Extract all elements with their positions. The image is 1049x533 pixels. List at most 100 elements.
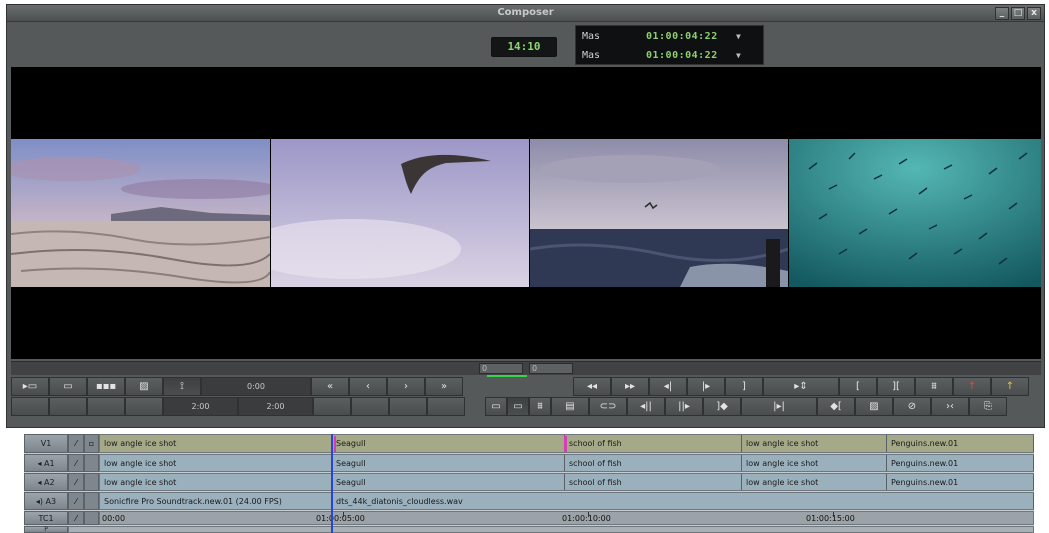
blank-button[interactable] xyxy=(49,397,87,416)
clip-marker[interactable] xyxy=(564,436,567,452)
clip[interactable]: low angle ice shot xyxy=(742,435,887,452)
monitor-icon[interactable] xyxy=(84,492,99,510)
blank-button[interactable] xyxy=(389,397,427,416)
blank-button[interactable] xyxy=(313,397,351,416)
source-monitor-button[interactable]: ▸▭ xyxy=(11,377,49,396)
video-viewer[interactable] xyxy=(11,67,1041,359)
clip[interactable]: low angle ice shot xyxy=(100,455,332,471)
blank-button[interactable] xyxy=(351,397,389,416)
step-forward-button[interactable]: › xyxy=(387,377,425,396)
effect-mode-button[interactable]: ▨ xyxy=(125,377,163,396)
fast-forward-button[interactable]: » xyxy=(425,377,463,396)
video-frame-ocean xyxy=(530,139,788,287)
pencil-icon[interactable]: ⁄ xyxy=(68,511,84,525)
chevron-down-icon[interactable]: ▼ xyxy=(736,51,741,60)
blank-button[interactable] xyxy=(125,397,163,416)
track-name[interactable]: V1 xyxy=(24,434,68,453)
monitor-icon[interactable] xyxy=(84,454,99,472)
clip[interactable]: Seagull xyxy=(332,455,565,471)
title-bar[interactable]: Composer _ □ x xyxy=(7,5,1044,22)
track-name[interactable]: ◂ A2 xyxy=(24,473,68,491)
step-back-button[interactable]: ‹ xyxy=(349,377,387,396)
clip[interactable]: dts_44k_diatonis_cloudless.wav xyxy=(332,493,1034,509)
split-view-icon[interactable]: ▭ xyxy=(485,397,507,416)
fast-forward-icon[interactable]: ▸▸ xyxy=(611,377,649,396)
go-to-previous-edit-icon[interactable]: ◂|| xyxy=(627,397,665,416)
track-name[interactable]: TC1 xyxy=(24,511,68,525)
pencil-icon[interactable]: ⁄ xyxy=(68,434,84,453)
copy-icon[interactable]: ⎘ xyxy=(969,397,1007,416)
monitor-icon[interactable]: ▫ xyxy=(84,434,99,453)
multicam-button[interactable]: ▪▪▪ xyxy=(87,377,125,396)
go-to-out-icon[interactable]: ]◆ xyxy=(703,397,741,416)
mark-clip-icon[interactable]: ][ xyxy=(877,377,915,396)
clip[interactable]: Penguins.new.01 xyxy=(887,474,1034,490)
record-monitor-icon[interactable]: ▭ xyxy=(507,397,529,416)
minimize-button[interactable]: _ xyxy=(995,7,1009,20)
blank-button[interactable] xyxy=(427,397,465,416)
step-forward-frame-icon[interactable]: |▸ xyxy=(687,377,725,396)
mark-out-icon[interactable]: ] xyxy=(725,377,763,396)
effect-icon[interactable]: ▨ xyxy=(855,397,893,416)
blank-button[interactable] xyxy=(11,397,49,416)
duration-field[interactable]: 0:00 xyxy=(201,377,311,396)
clip[interactable]: school of fish xyxy=(565,474,742,490)
pencil-icon[interactable]: ⁄ xyxy=(68,473,84,491)
clip[interactable]: Penguins.new.01 xyxy=(887,455,1034,471)
clip-marker[interactable] xyxy=(334,436,336,452)
chevron-down-icon[interactable]: ▼ xyxy=(736,32,741,41)
rewind-icon[interactable]: ◂◂ xyxy=(573,377,611,396)
track-name[interactable]: P xyxy=(24,526,68,533)
blank-button[interactable] xyxy=(87,397,125,416)
clip[interactable]: school of fish xyxy=(565,435,742,452)
pencil-icon[interactable]: ⁄ xyxy=(68,454,84,472)
step-back-frame-icon[interactable]: ◂| xyxy=(649,377,687,396)
lift-icon[interactable]: ↑ xyxy=(953,377,991,396)
clip[interactable]: low angle ice shot xyxy=(100,435,332,452)
track-body[interactable]: Sonicfire Pro Soundtrack.new.01 (24.00 F… xyxy=(99,492,1034,510)
single-view-button[interactable]: ▭ xyxy=(49,377,87,396)
timecode-row[interactable]: Mas 01:00:04:22 ▼ xyxy=(576,46,763,65)
clear-marks-icon[interactable]: ⩩ xyxy=(915,377,953,396)
pencil-icon[interactable]: ⁄ xyxy=(68,492,84,510)
list-icon[interactable]: ▤ xyxy=(551,397,589,416)
mark-icon[interactable]: ⟟ xyxy=(163,377,201,396)
monitor-icon[interactable] xyxy=(84,511,99,525)
clip[interactable]: Seagull xyxy=(332,435,565,452)
timecode-tick-label: 01:00:15:00 xyxy=(806,514,855,523)
track-body[interactable]: low angle ice shot Seagull school of fis… xyxy=(99,454,1034,472)
position-bar[interactable]: 0 0 xyxy=(11,361,1041,377)
go-to-next-edit-icon[interactable]: ||▸ xyxy=(665,397,703,416)
close-button[interactable]: x xyxy=(1027,7,1041,20)
play-icon[interactable]: |▸| xyxy=(741,397,817,416)
position-indicator-b[interactable]: 0 xyxy=(529,363,573,374)
postroll-field[interactable]: 2:00 xyxy=(238,397,313,416)
match-frame-icon[interactable]: ›‹ xyxy=(931,397,969,416)
clip[interactable]: low angle ice shot xyxy=(100,474,332,490)
track-body[interactable]: low angle ice shot Seagull school of fis… xyxy=(99,473,1034,491)
track-name[interactable]: ◂) A3 xyxy=(24,492,68,510)
preroll-field[interactable]: 2:00 xyxy=(163,397,238,416)
rewind-button[interactable]: « xyxy=(311,377,349,396)
clip[interactable]: Sonicfire Pro Soundtrack.new.01 (24.00 F… xyxy=(100,493,332,509)
remove-effect-icon[interactable]: ⊘ xyxy=(893,397,931,416)
clip[interactable]: Penguins.new.01 xyxy=(887,435,1034,452)
go-to-in-icon[interactable]: ◆[ xyxy=(817,397,855,416)
link-icon[interactable]: ⊂⊃ xyxy=(589,397,627,416)
play-in-to-out-icon[interactable]: ▸⇕ xyxy=(763,377,839,396)
maximize-button[interactable]: □ xyxy=(1011,7,1025,20)
clip[interactable]: low angle ice shot xyxy=(742,455,887,471)
monitor-icon[interactable] xyxy=(84,473,99,491)
track-name[interactable]: ◂ A1 xyxy=(24,454,68,472)
clip[interactable]: school of fish xyxy=(565,455,742,471)
video-frame-seagull xyxy=(271,139,529,287)
clip[interactable]: low angle ice shot xyxy=(742,474,887,490)
position-indicator-a[interactable]: 0 xyxy=(479,363,523,374)
mark-in-icon[interactable]: [ xyxy=(839,377,877,396)
clip[interactable]: Seagull xyxy=(332,474,565,490)
settings-icon[interactable]: ⩩ xyxy=(529,397,551,416)
extract-icon[interactable]: ↑ xyxy=(991,377,1029,396)
timecode-ruler[interactable]: 00:00 01:00:05:00 01:00:10:00 01:00:15:0… xyxy=(99,511,1034,525)
playhead[interactable] xyxy=(331,434,333,533)
timecode-row[interactable]: Mas 01:00:04:22 ▼ xyxy=(576,27,763,46)
